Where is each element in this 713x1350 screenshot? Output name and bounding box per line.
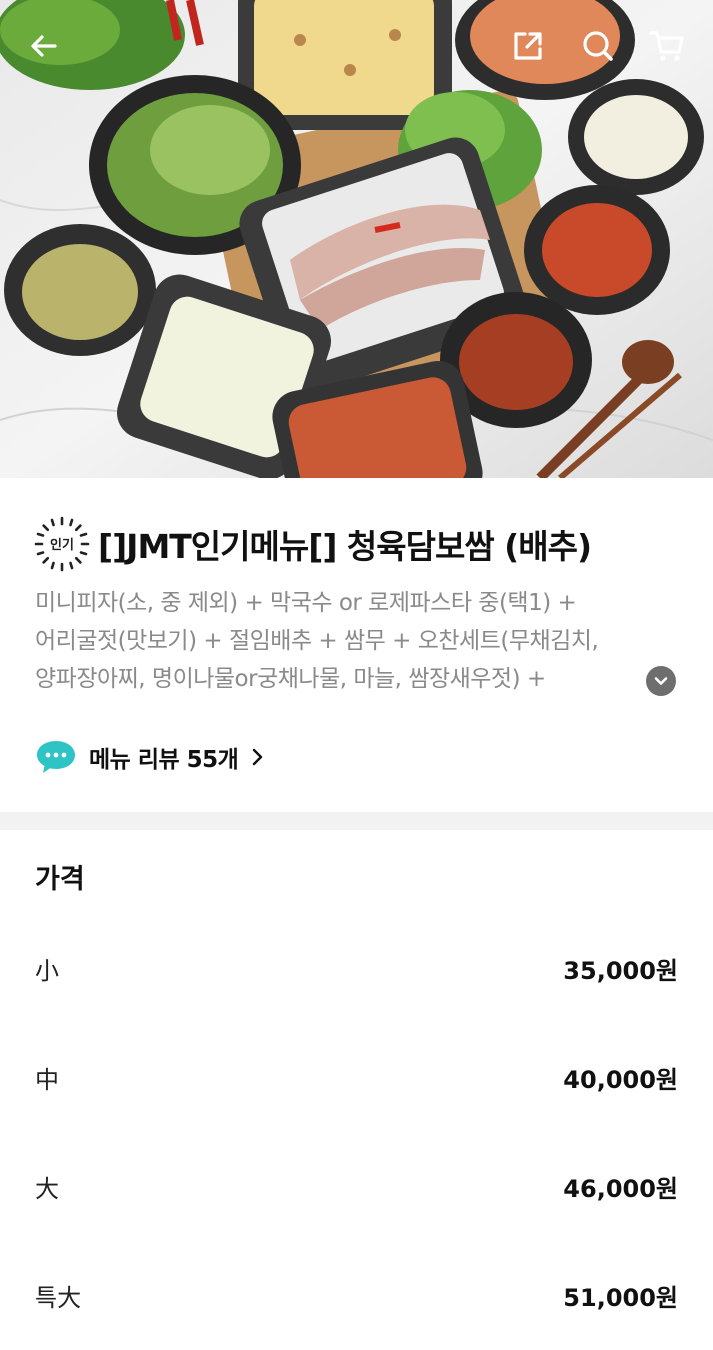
menu-title: []JMT인기메뉴[] 청육담보쌈 (배추) xyxy=(98,527,592,566)
price-size-label: 특大 xyxy=(35,1283,82,1312)
top-bar xyxy=(0,0,713,92)
price-size-label: 小 xyxy=(35,956,59,985)
price-amount: 35,000원 xyxy=(563,956,678,985)
price-row[interactable]: 小 35,000원 xyxy=(35,948,678,988)
price-section-title: 가격 xyxy=(35,864,85,895)
cart-icon xyxy=(649,31,684,61)
menu-description-line: 미니피자(소, 중 제외) + 막국수 or 로제파스타 중(택1) + xyxy=(35,590,577,616)
cart-button[interactable] xyxy=(645,24,689,68)
share-button[interactable] xyxy=(506,24,550,68)
search-button[interactable] xyxy=(576,24,620,68)
menu-review-link[interactable]: 메뉴 리뷰 55개 xyxy=(35,734,264,780)
menu-description-line: 양파장아찌, 명이나물or궁채나물, 마늘, 쌈장새우젓) + xyxy=(35,666,546,692)
popular-badge-text: 인기 xyxy=(50,537,74,553)
popular-badge-icon: 인기 xyxy=(34,516,90,572)
chevron-right-icon xyxy=(253,748,263,766)
menu-description-line: 어리굴젓(맛보기) + 절임배추 + 쌈무 + 오찬세트(무채김치, xyxy=(35,628,599,654)
menu-title-row: 인기 []JMT인기메뉴[] 청육담보쌈 (배추) xyxy=(34,514,592,574)
price-size-label: 大 xyxy=(35,1174,59,1203)
menu-hero-image xyxy=(0,0,713,478)
price-row[interactable]: 大 46,000원 xyxy=(35,1166,678,1206)
price-amount: 51,000원 xyxy=(563,1283,678,1312)
search-icon xyxy=(583,31,613,61)
price-row[interactable]: 中 40,000원 xyxy=(35,1057,678,1097)
back-button[interactable] xyxy=(22,24,66,68)
review-count-label: 메뉴 리뷰 55개 xyxy=(89,747,239,773)
price-row[interactable]: 특大 51,000원 xyxy=(35,1275,678,1315)
price-amount: 46,000원 xyxy=(563,1174,678,1203)
review-chat-icon xyxy=(37,741,75,773)
section-divider xyxy=(0,812,713,830)
expand-description-button[interactable] xyxy=(646,666,676,696)
menu-description: 미니피자(소, 중 제외) + 막국수 or 로제파스타 중(택1) + 어리굴… xyxy=(35,584,645,698)
chevron-down-icon xyxy=(654,677,668,685)
price-amount: 40,000원 xyxy=(563,1065,678,1094)
back-arrow-icon xyxy=(31,35,57,57)
price-size-label: 中 xyxy=(35,1065,59,1094)
share-icon xyxy=(514,32,542,60)
